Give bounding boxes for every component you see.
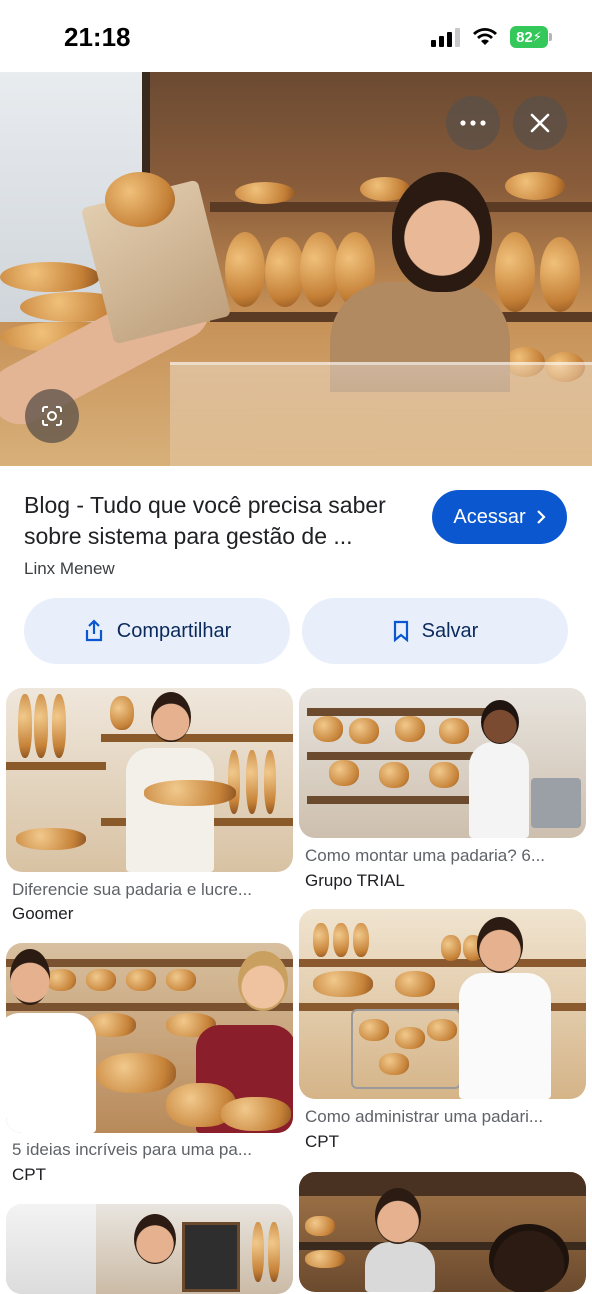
related-caption: Como administrar uma padari... bbox=[305, 1107, 544, 1126]
related-thumbnail[interactable] bbox=[299, 688, 586, 838]
result-title[interactable]: Blog - Tudo que você precisa saber sobre… bbox=[24, 490, 424, 552]
visit-label: Acessar bbox=[453, 505, 526, 528]
signal-icon bbox=[431, 27, 460, 47]
related-item[interactable]: Como administrar uma padari... CPT bbox=[299, 909, 586, 1159]
status-time: 21:18 bbox=[64, 22, 131, 52]
related-item[interactable]: Como montar uma padaria? 6... Grupo TRIA… bbox=[299, 688, 586, 898]
related-caption: Como montar uma padaria? 6... bbox=[305, 846, 546, 865]
related-item[interactable] bbox=[6, 1204, 293, 1294]
save-button[interactable]: Salvar bbox=[302, 598, 568, 664]
related-item[interactable]: Diferencie sua padaria e lucre... Goomer bbox=[6, 688, 293, 928]
share-icon bbox=[85, 619, 102, 642]
related-source: Grupo TRIAL bbox=[305, 871, 405, 890]
related-item[interactable] bbox=[299, 1172, 586, 1292]
battery-icon: 82 ⚡ bbox=[510, 26, 552, 48]
wifi-icon bbox=[473, 28, 497, 45]
related-source: Goomer bbox=[12, 904, 74, 923]
hero-image[interactable] bbox=[0, 72, 592, 466]
related-thumbnail[interactable] bbox=[6, 1204, 293, 1294]
related-thumbnail[interactable] bbox=[299, 1172, 586, 1292]
more-icon bbox=[460, 120, 486, 126]
related-source: CPT bbox=[12, 1165, 46, 1184]
lens-button[interactable] bbox=[25, 389, 79, 443]
result-source: Linx Menew bbox=[24, 559, 115, 578]
close-icon bbox=[530, 113, 550, 133]
close-button[interactable] bbox=[513, 96, 567, 150]
related-caption: 5 ideias incríveis para uma pa... bbox=[12, 1140, 253, 1159]
battery-level: 82 bbox=[516, 28, 533, 46]
related-thumbnail[interactable] bbox=[299, 909, 586, 1099]
lens-icon bbox=[42, 406, 62, 426]
status-icons: 82 ⚡ bbox=[431, 26, 552, 48]
related-item[interactable]: 5 ideias incríveis para uma pa... CPT bbox=[6, 943, 293, 1191]
related-thumbnail[interactable] bbox=[6, 943, 293, 1133]
related-source: CPT bbox=[305, 1132, 339, 1151]
bookmark-icon bbox=[393, 620, 408, 642]
save-label: Salvar bbox=[421, 619, 479, 642]
status-bar: 21:18 82 ⚡ bbox=[0, 0, 592, 72]
chevron-right-icon bbox=[536, 510, 546, 524]
share-label: Compartilhar bbox=[116, 619, 232, 642]
visit-button[interactable]: Acessar bbox=[432, 490, 567, 544]
related-thumbnail[interactable] bbox=[6, 688, 293, 872]
related-caption: Diferencie sua padaria e lucre... bbox=[12, 880, 253, 899]
more-button[interactable] bbox=[446, 96, 500, 150]
share-button[interactable]: Compartilhar bbox=[24, 598, 290, 664]
